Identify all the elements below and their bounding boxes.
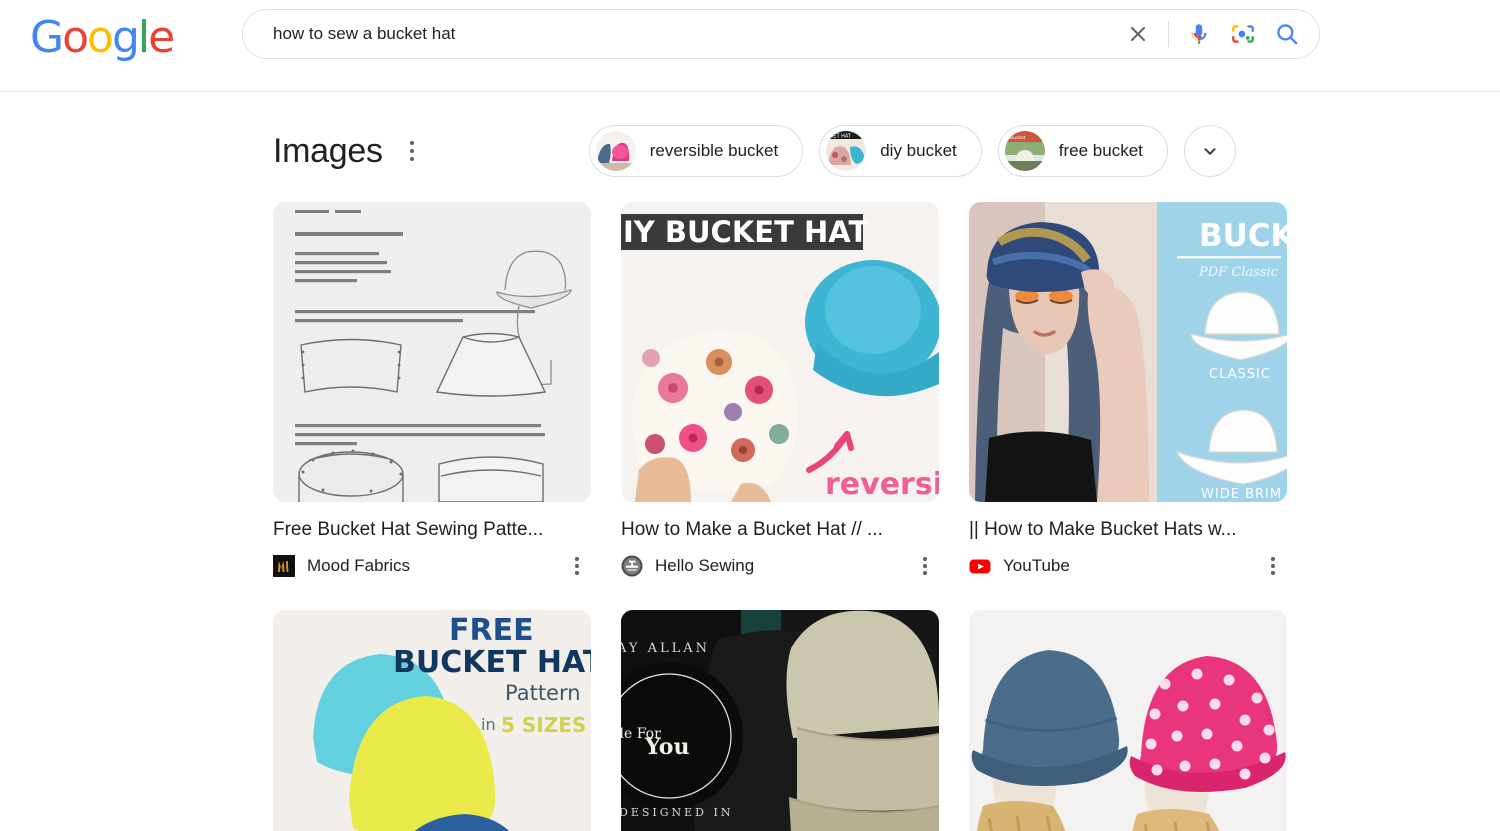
chevron-down-icon[interactable] <box>1183 125 1236 177</box>
result-source-row: Mood Fabrics <box>273 552 591 580</box>
svg-text:Bucket: Bucket <box>1010 135 1026 141</box>
search-divider <box>1168 21 1169 47</box>
filter-chip-label: free bucket <box>1058 141 1143 160</box>
image-results-grid-row-1: Free Bucket Hat Sewing Patte... Mood Fab… <box>273 202 1500 580</box>
svg-text:KET HAT: KET HAT <box>830 133 852 139</box>
results-toolbar: Images reversible bucket KET HAT diy buc… <box>273 92 1500 202</box>
filter-chip-diy-bucket[interactable]: KET HAT diy bucket <box>819 125 982 177</box>
filter-chip-free-bucket[interactable]: Bucket free bucket <box>997 125 1168 177</box>
google-lens-icon[interactable] <box>1221 12 1265 56</box>
chip-thumbnail <box>595 131 636 171</box>
result-more-options-icon[interactable] <box>1259 552 1287 580</box>
svg-text:CLASSIC: CLASSIC <box>1209 367 1271 382</box>
svg-text:IY BUCKET HAT: IY BUCKET HAT <box>623 215 868 249</box>
logo-letter: e <box>148 12 175 63</box>
svg-text:BUCKE: BUCKE <box>1199 218 1287 254</box>
svg-text:You: You <box>644 734 689 760</box>
result-title[interactable]: Free Bucket Hat Sewing Patte... <box>273 518 591 542</box>
svg-text:WIDE BRIM: WIDE BRIM <box>1201 487 1282 502</box>
result-thumbnail-denim-and-pink-hats[interactable] <box>969 610 1287 831</box>
search-bar[interactable] <box>242 9 1320 59</box>
main-content: Images reversible bucket KET HAT diy buc… <box>0 92 1500 831</box>
image-result-card: de For You AY ALLAN DESIGNED IN <box>621 610 939 831</box>
google-logo[interactable]: Google <box>30 12 175 64</box>
image-result-card: IY BUCKET HAT reversib How to Make a Buc… <box>621 202 939 580</box>
svg-text:PDF Classic: PDF Classic <box>1198 265 1279 280</box>
result-more-options-icon[interactable] <box>563 552 591 580</box>
close-icon[interactable] <box>1116 12 1160 56</box>
filter-chip-list: reversible bucket KET HAT diy bucket Buc… <box>588 125 1236 177</box>
svg-text:reversib: reversib <box>825 467 939 502</box>
filter-chip-label: reversible bucket <box>649 141 779 160</box>
chip-thumbnail: Bucket <box>1004 131 1045 171</box>
mood-fabrics-favicon <box>273 555 295 577</box>
image-result-card: BUCKE PDF Classic CLASSIC WIDE BRIM <box>969 202 1287 580</box>
image-result-card <box>969 610 1287 831</box>
result-thumbnail-free-pattern-5-sizes[interactable]: FREE BUCKET HAT Pattern in 5 SIZES <box>273 610 591 831</box>
youtube-favicon <box>969 555 991 577</box>
result-source[interactable]: YouTube <box>1003 556 1259 576</box>
image-result-card: Free Bucket Hat Sewing Patte... Mood Fab… <box>273 202 591 580</box>
svg-text:AY ALLAN: AY ALLAN <box>621 641 710 656</box>
result-thumbnail-bucket-hat-pdf-pattern[interactable]: BUCKE PDF Classic CLASSIC WIDE BRIM <box>969 202 1287 502</box>
result-source-row: Hello Sewing <box>621 552 939 580</box>
svg-text:Pattern: Pattern <box>505 681 581 705</box>
more-options-icon[interactable] <box>395 134 429 168</box>
logo-letter: G <box>30 12 64 63</box>
image-result-card: FREE BUCKET HAT Pattern in 5 SIZES <box>273 610 591 831</box>
result-source[interactable]: Hello Sewing <box>655 556 911 576</box>
filter-chip-reversible-bucket[interactable]: reversible bucket <box>588 125 804 177</box>
logo-letter: g <box>111 12 140 63</box>
search-input[interactable] <box>243 10 1116 58</box>
logo-letter: o <box>87 12 114 63</box>
microphone-icon[interactable] <box>1177 12 1221 56</box>
svg-text:DESIGNED IN: DESIGNED IN <box>621 806 733 819</box>
svg-text:5 SIZES: 5 SIZES <box>501 713 586 737</box>
chip-thumbnail: KET HAT <box>826 131 867 171</box>
result-source-row: YouTube <box>969 552 1287 580</box>
svg-text:in: in <box>481 715 496 734</box>
result-thumbnail-khaki-bucket-hat[interactable]: de For You AY ALLAN DESIGNED IN <box>621 610 939 831</box>
result-thumbnail-sewing-pattern[interactable] <box>273 202 591 502</box>
hello-sewing-favicon <box>621 555 643 577</box>
page-header: Google <box>0 0 1500 92</box>
result-more-options-icon[interactable] <box>911 552 939 580</box>
grid-row-spacer <box>273 580 1500 610</box>
svg-text:FREE: FREE <box>449 613 534 648</box>
svg-text:BUCKET HAT: BUCKET HAT <box>393 645 591 680</box>
search-icon[interactable] <box>1265 12 1309 56</box>
filter-chip-label: diy bucket <box>880 141 957 160</box>
result-title[interactable]: How to Make a Bucket Hat // ... <box>621 518 939 542</box>
result-title[interactable]: || How to Make Bucket Hats w... <box>969 518 1287 542</box>
logo-letter: l <box>137 12 150 63</box>
logo-letter: o <box>62 12 89 63</box>
image-results-grid-row-2: FREE BUCKET HAT Pattern in 5 SIZES e For… <box>273 610 1500 831</box>
page-title: Images <box>273 131 383 170</box>
result-source[interactable]: Mood Fabrics <box>307 556 563 576</box>
result-thumbnail-diy-bucket-hat[interactable]: IY BUCKET HAT reversib <box>621 202 939 502</box>
